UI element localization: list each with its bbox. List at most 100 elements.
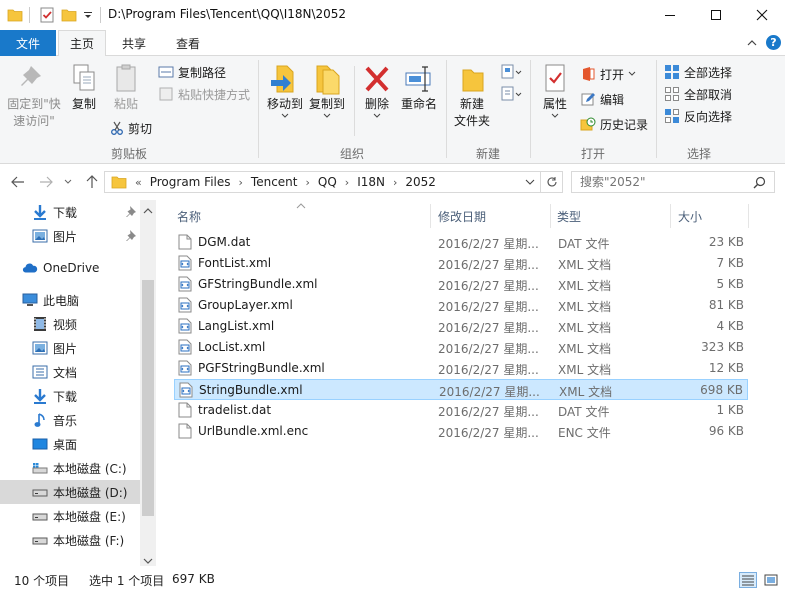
table-row[interactable]: UrlBundle.xml.enc 2016/2/27 星期... ENC 文件 96…	[174, 421, 748, 442]
nav-item-videos[interactable]: 视频	[0, 312, 140, 336]
table-row[interactable]: PGFStringBundle.xml 2016/2/27 星期... XML 文档…	[174, 358, 748, 379]
select-all-button[interactable]: 全部选择	[664, 62, 732, 82]
new-folder-icon[interactable]	[60, 6, 78, 24]
cut-button[interactable]: 剪切	[110, 118, 152, 138]
rename-button[interactable]: 重命名	[398, 62, 440, 113]
nav-item-this-pc[interactable]: 此电脑	[0, 288, 140, 312]
recent-locations-icon[interactable]	[62, 174, 74, 190]
maximize-button[interactable]	[693, 0, 739, 30]
forward-arrow-icon[interactable]	[38, 174, 54, 190]
table-row[interactable]: DGM.dat 2016/2/27 星期... DAT 文件 23 KB	[174, 232, 748, 253]
breadcrumb-tencent[interactable]: Tencent	[251, 175, 298, 189]
open-button[interactable]: 打开	[580, 64, 636, 84]
column-header-size[interactable]: 大小	[678, 204, 702, 228]
column-header-type[interactable]: 类型	[557, 204, 581, 228]
column-divider[interactable]	[748, 204, 749, 228]
breadcrumb-2052[interactable]: 2052	[405, 175, 436, 189]
close-button[interactable]	[739, 0, 785, 30]
pin-icon[interactable]	[125, 229, 137, 244]
breadcrumb-separator-icon[interactable]: ›	[345, 176, 349, 189]
download-icon	[32, 204, 48, 220]
search-icon[interactable]	[753, 176, 766, 189]
copy-to-button[interactable]: 复制到	[306, 62, 348, 119]
delete-button[interactable]: 删除	[360, 62, 394, 119]
tab-file[interactable]: 文件	[0, 30, 56, 56]
select-none-button[interactable]: 全部取消	[664, 84, 732, 104]
easy-access-icon	[501, 86, 522, 101]
address-dropdown-icon[interactable]	[525, 178, 535, 186]
nav-item-label: 音乐	[53, 413, 78, 428]
tab-home[interactable]: 主页	[58, 30, 106, 57]
up-arrow-icon[interactable]	[84, 174, 100, 190]
file-list: 名称 修改日期 类型 大小 DGM.dat 2016/2/27 星期... DAT …	[168, 200, 785, 566]
nav-item-pictures-quick[interactable]: 图片	[0, 224, 140, 248]
details-view-button[interactable]	[739, 572, 757, 588]
nav-item-downloads[interactable]: 下载	[0, 384, 140, 408]
pin-quick-access-button[interactable]: 固定到"快 速访问"	[4, 62, 64, 130]
new-item-button[interactable]	[500, 62, 522, 82]
easy-access-button[interactable]	[500, 84, 522, 104]
column-divider[interactable]	[550, 204, 551, 228]
nav-scrollbar[interactable]	[140, 200, 156, 566]
address-bar[interactable]: « Program Files › Tencent › QQ › I18N › …	[104, 171, 541, 193]
new-folder-button[interactable]: 新建 文件夹	[450, 62, 494, 130]
table-row[interactable]: tradelist.dat 2016/2/27 星期... DAT 文件 1 KB	[174, 400, 748, 421]
tab-share[interactable]: 共享	[110, 30, 158, 57]
nav-item-onedrive[interactable]: OneDrive	[0, 256, 140, 280]
breadcrumb-qq[interactable]: QQ	[318, 175, 337, 189]
column-divider[interactable]	[670, 204, 671, 228]
nav-item-label: 桌面	[53, 437, 78, 452]
nav-item-drive-e[interactable]: 本地磁盘 (E:)	[0, 504, 140, 528]
copy-path-button[interactable]: 复制路径	[158, 62, 226, 82]
properties-check-icon[interactable]	[38, 6, 56, 24]
large-icons-view-button[interactable]	[762, 572, 780, 588]
breadcrumb-separator-icon[interactable]: ›	[306, 176, 310, 189]
properties-button[interactable]: 属性	[536, 62, 574, 119]
folder-icon[interactable]	[6, 6, 24, 24]
scrollbar-thumb[interactable]	[142, 280, 154, 516]
nav-item-pictures[interactable]: 图片	[0, 336, 140, 360]
history-button[interactable]: 历史记录	[580, 114, 648, 134]
nav-item-desktop[interactable]: 桌面	[0, 432, 140, 456]
scroll-up-icon[interactable]	[143, 204, 153, 218]
edit-button[interactable]: 编辑	[580, 89, 624, 109]
search-input[interactable]	[580, 172, 750, 192]
column-header-date[interactable]: 修改日期	[438, 204, 486, 228]
tab-view[interactable]: 查看	[164, 30, 212, 57]
nav-item-music[interactable]: 音乐	[0, 408, 140, 432]
qat-dropdown-icon[interactable]	[82, 6, 94, 24]
nav-item-drive-d[interactable]: 本地磁盘 (D:)	[0, 480, 140, 504]
large-icons-view-icon	[764, 574, 778, 586]
help-icon[interactable]: ?	[766, 35, 781, 50]
refresh-button[interactable]	[541, 171, 563, 193]
table-row[interactable]: FontList.xml 2016/2/27 星期... XML 文档 7 KB	[174, 253, 748, 274]
pin-icon[interactable]	[125, 205, 137, 220]
breadcrumb-program-files[interactable]: Program Files	[150, 175, 231, 189]
collapse-ribbon-icon[interactable]	[746, 37, 758, 51]
invert-selection-icon	[665, 109, 679, 123]
paste-shortcut-button[interactable]: 粘贴快捷方式	[158, 84, 250, 104]
table-row[interactable]: LocList.xml 2016/2/27 星期... XML 文档 323 KB	[174, 337, 748, 358]
breadcrumb-i18n[interactable]: I18N	[357, 175, 385, 189]
table-row[interactable]: GroupLayer.xml 2016/2/27 星期... XML 文档 81 KB	[174, 295, 748, 316]
paste-button[interactable]: 粘贴	[108, 62, 144, 113]
minimize-button[interactable]	[647, 0, 693, 30]
nav-item-downloads-quick[interactable]: 下载	[0, 200, 140, 224]
table-row[interactable]: LangList.xml 2016/2/27 星期... XML 文档 4 KB	[174, 316, 748, 337]
column-header-name[interactable]: 名称	[177, 204, 201, 228]
breadcrumb-separator-icon[interactable]: ›	[393, 176, 397, 189]
nav-item-documents[interactable]: 文档	[0, 360, 140, 384]
invert-selection-button[interactable]: 反向选择	[664, 106, 732, 126]
search-box[interactable]	[571, 171, 775, 193]
table-row[interactable]: GFStringBundle.xml 2016/2/27 星期... XML 文档 5…	[174, 274, 748, 295]
copy-button[interactable]: 复制	[66, 62, 102, 113]
scroll-down-icon[interactable]	[143, 554, 153, 566]
move-to-button[interactable]: 移动到	[264, 62, 306, 119]
nav-item-drive-c[interactable]: 本地磁盘 (C:)	[0, 456, 140, 480]
column-divider[interactable]	[430, 204, 431, 228]
nav-item-drive-f[interactable]: 本地磁盘 (F:)	[0, 528, 140, 552]
breadcrumb-separator-icon[interactable]: ›	[239, 176, 243, 189]
back-arrow-icon[interactable]	[10, 174, 26, 190]
table-row[interactable]: StringBundle.xml 2016/2/27 星期... XML 文档 698…	[174, 379, 748, 400]
overflow-chevron-icon[interactable]: «	[135, 176, 142, 189]
